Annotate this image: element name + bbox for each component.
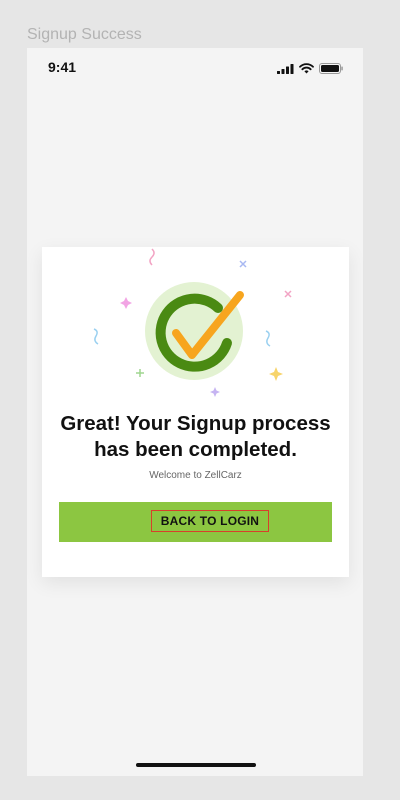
signal-icon xyxy=(277,63,294,74)
status-icons xyxy=(277,63,343,74)
headline-line-2: has been completed. xyxy=(94,438,297,461)
confetti-cross-icon xyxy=(239,260,247,268)
phone-screen: 9:41 Great! Your Signup process has been… xyxy=(27,48,363,776)
confetti-swirl-icon xyxy=(265,330,271,347)
confetti-swirl-icon xyxy=(93,328,99,345)
success-illustration xyxy=(93,248,292,397)
confetti-sparkle-icon xyxy=(210,387,220,397)
confetti-sparkle-icon xyxy=(269,367,283,381)
home-indicator[interactable] xyxy=(136,763,256,767)
back-to-login-label[interactable]: BACK TO LOGIN xyxy=(151,510,269,532)
confetti-swirl-icon xyxy=(149,248,155,266)
wifi-icon xyxy=(299,63,314,74)
success-card: Great! Your Signup process has been comp… xyxy=(42,247,349,577)
confetti-plus-icon xyxy=(136,369,144,377)
frame-title: Signup Success xyxy=(27,26,142,43)
confetti-cross-icon xyxy=(284,290,292,298)
status-bar: 9:41 xyxy=(27,48,363,88)
back-to-login-button[interactable]: BACK TO LOGIN xyxy=(59,502,332,542)
welcome-subtext: Welcome to ZellCarz xyxy=(149,470,242,481)
confetti-sparkle-icon xyxy=(120,297,132,309)
check-circle-icon xyxy=(145,282,244,380)
headline-line-1: Great! Your Signup process xyxy=(60,412,331,435)
success-headline: Great! Your Signup process has been comp… xyxy=(42,411,349,463)
battery-icon xyxy=(319,63,343,74)
status-time: 9:41 xyxy=(48,59,77,75)
